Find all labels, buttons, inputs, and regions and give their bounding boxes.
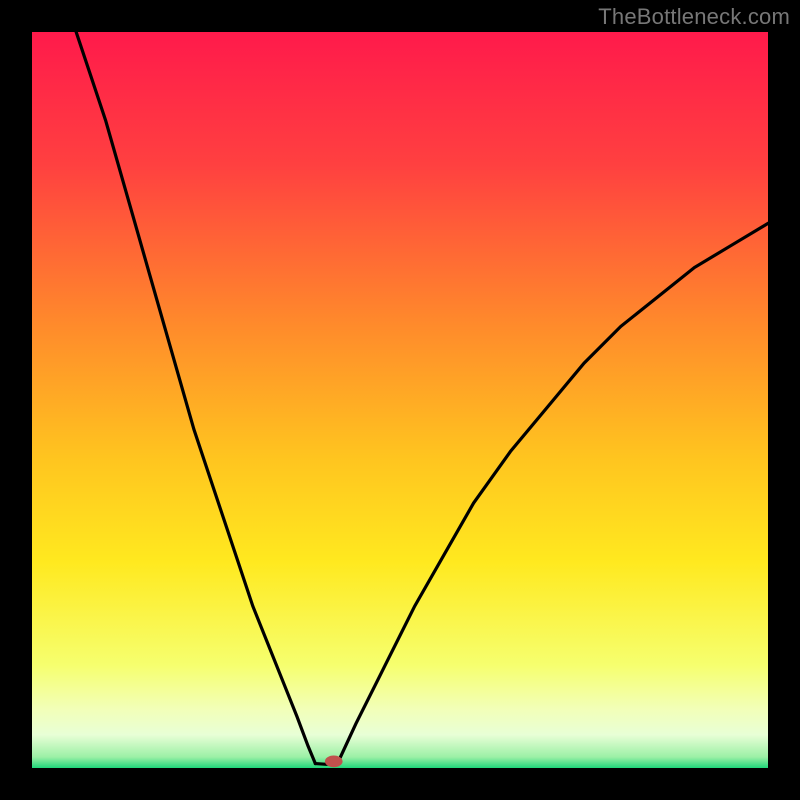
chart-frame: TheBottleneck.com <box>0 0 800 800</box>
plot-svg <box>32 32 768 768</box>
gradient-background <box>32 32 768 768</box>
bottleneck-marker <box>325 755 343 767</box>
watermark-text: TheBottleneck.com <box>598 4 790 30</box>
plot-area <box>32 32 768 768</box>
